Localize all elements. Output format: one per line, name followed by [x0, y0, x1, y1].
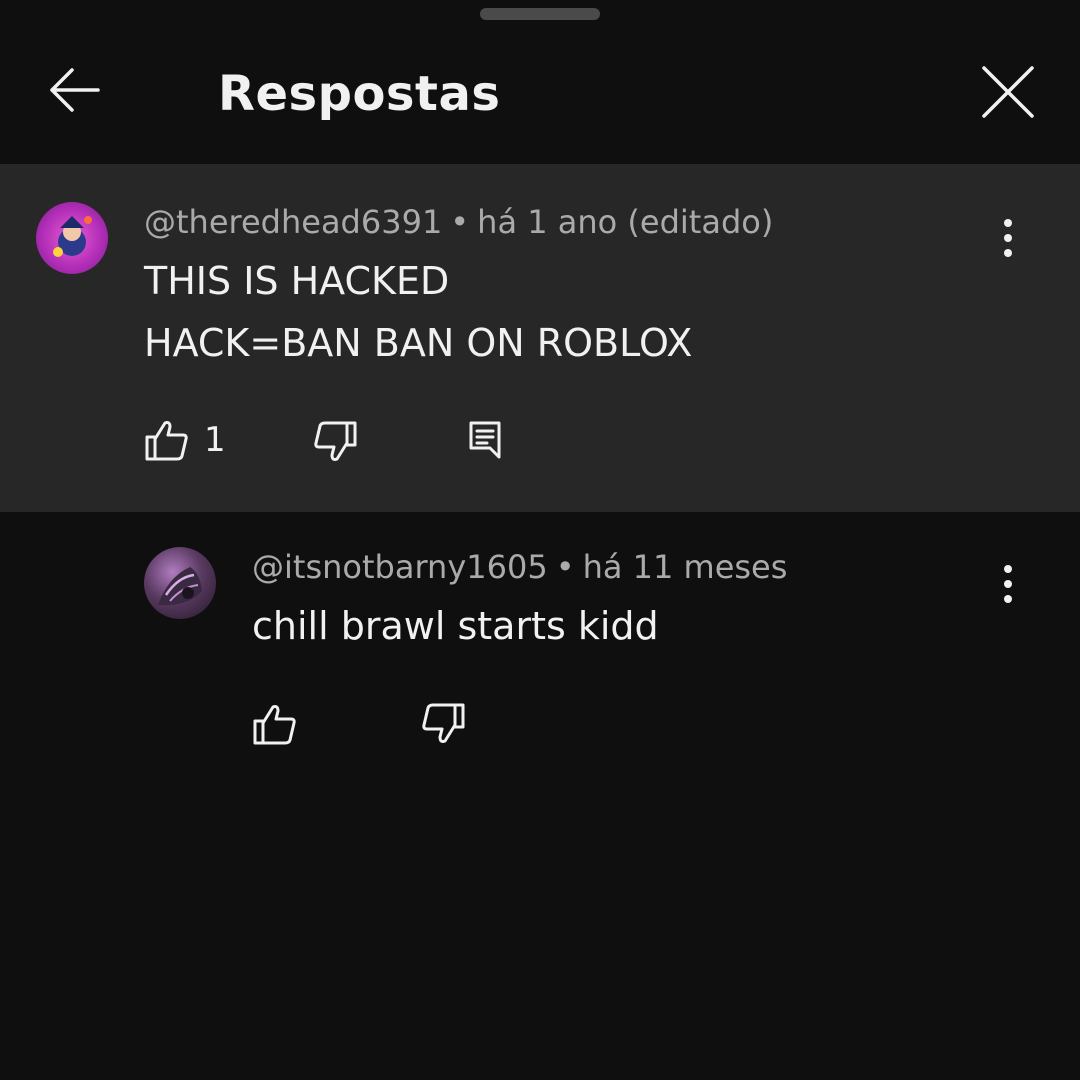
comment-time: há 1 ano (editado): [477, 203, 774, 241]
drag-handle[interactable]: [480, 8, 600, 20]
close-icon: [982, 66, 1034, 118]
comment-text-line: HACK=BAN BAN ON ROBLOX: [144, 321, 693, 365]
dislike-button[interactable]: [420, 702, 466, 746]
avatar[interactable]: [144, 547, 216, 619]
replies-panel: Respostas @theredhead6391 • há 1 ano (edit…: [0, 0, 1080, 1080]
reply-comment-icon: [469, 421, 501, 459]
more-options-button[interactable]: [988, 208, 1028, 268]
arrow-left-icon: [50, 68, 100, 112]
reply-author[interactable]: @itsnotbarny1605: [252, 548, 548, 586]
avatar-image: [158, 567, 202, 606]
comment-author[interactable]: @theredhead6391: [144, 203, 442, 241]
more-vertical-icon: [1004, 219, 1012, 257]
page-title: Respostas: [218, 66, 501, 122]
close-button[interactable]: [972, 56, 1044, 128]
reply-meta: @itsnotbarny1605 • há 11 meses: [252, 545, 787, 589]
like-button[interactable]: [252, 702, 298, 746]
thumbs-down-icon: [422, 703, 465, 743]
header: Respostas: [0, 0, 1080, 164]
reply-button[interactable]: [468, 420, 504, 460]
meta-separator: •: [555, 548, 575, 586]
thumbs-up-icon: [253, 705, 296, 745]
more-options-button[interactable]: [988, 554, 1028, 614]
thumbs-up-icon: [145, 421, 188, 461]
like-button[interactable]: 1: [144, 418, 226, 462]
thumbs-down-icon: [314, 421, 357, 461]
meta-separator: •: [450, 203, 470, 241]
avatar-image: [53, 216, 92, 257]
reply-time: há 11 meses: [582, 548, 788, 586]
avatar[interactable]: [36, 202, 108, 274]
more-vertical-icon: [1004, 565, 1012, 603]
like-count: 1: [204, 420, 226, 460]
reply-text-line: chill brawl starts kidd: [252, 604, 659, 648]
comment-meta: @theredhead6391 • há 1 ano (editado): [144, 200, 773, 244]
dislike-button[interactable]: [312, 420, 358, 464]
parent-comment: @theredhead6391 • há 1 ano (editado) THIS …: [0, 164, 1080, 512]
back-button[interactable]: [38, 58, 110, 122]
comment-text-line: THIS IS HACKED: [144, 259, 450, 303]
